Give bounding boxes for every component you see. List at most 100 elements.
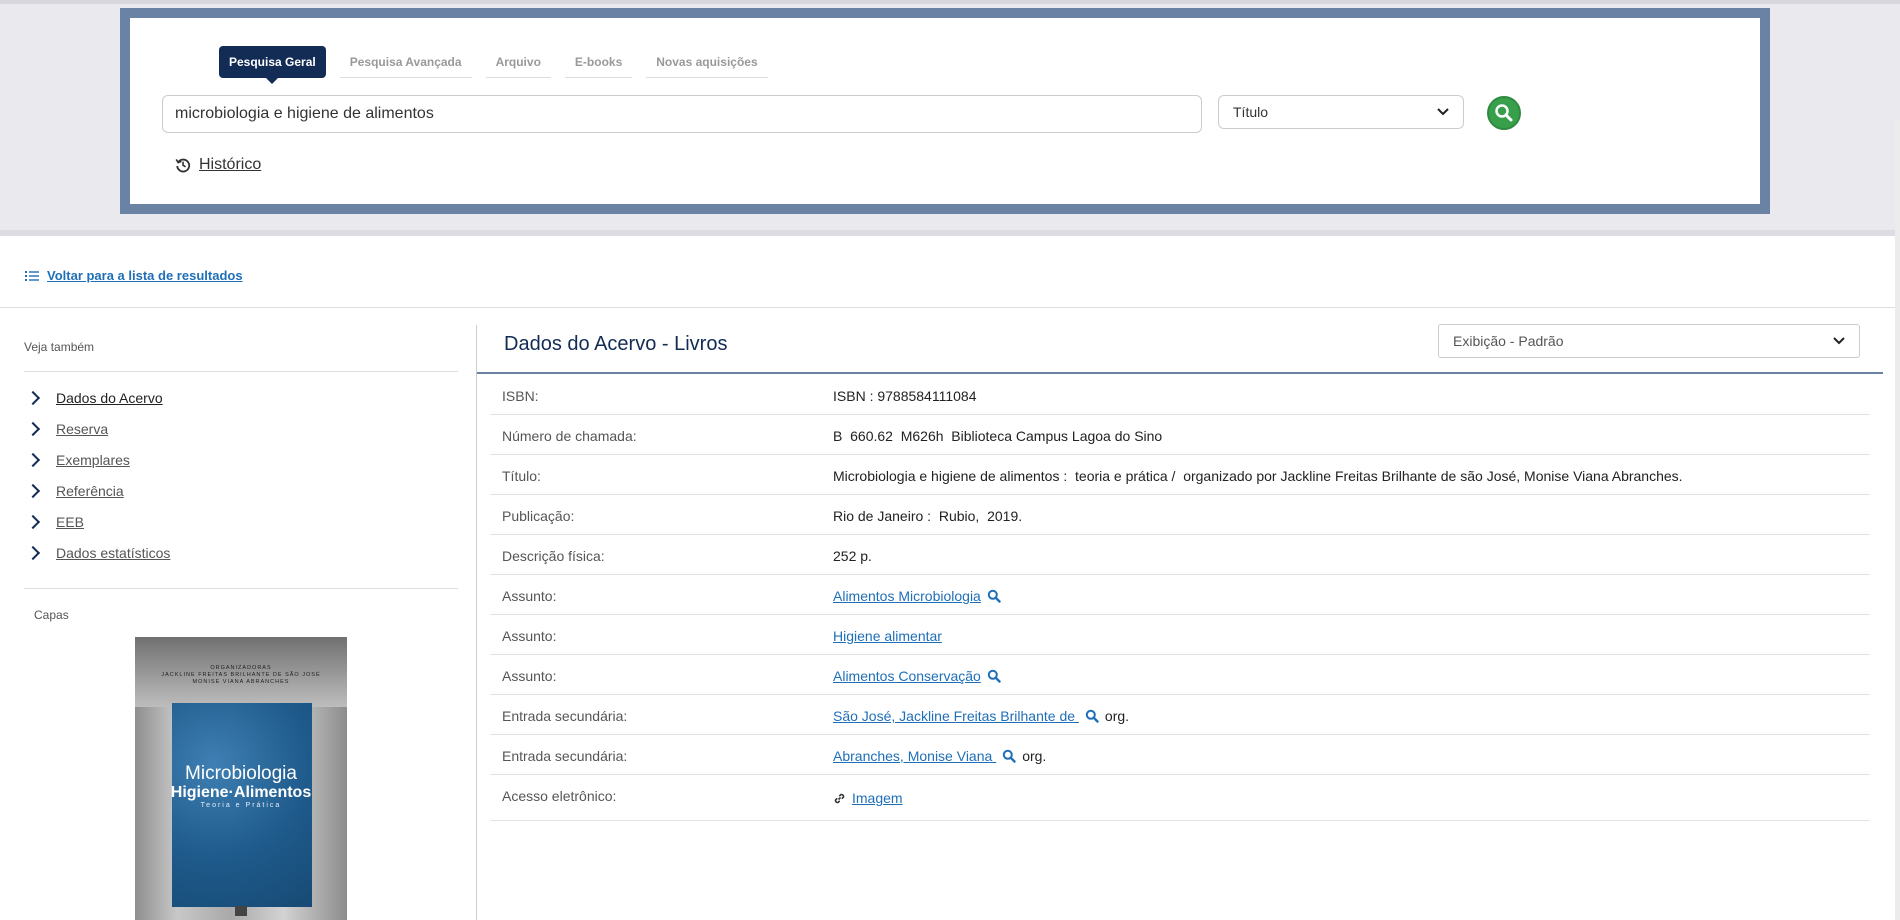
link-icon [834,793,845,803]
cover-title: Microbiologia [185,763,297,784]
search-input[interactable] [162,95,1202,133]
search-field-select-value: Título [1233,104,1269,120]
sidebar-item-exemplares[interactable]: Exemplares [24,444,458,475]
subject-link[interactable]: Alimentos Conservação [833,668,981,684]
covers-heading: Capas [34,608,69,622]
book-cover[interactable]: ORGANIZADORAS JACKLINE FREITAS BRILHANTE… [135,637,347,920]
field-value: ISBN : 9788584111084 [833,388,977,404]
subject-link[interactable]: Higiene alimentar [833,628,942,644]
field-row-title: Título: Microbiologia e higiene de alime… [490,455,1870,495]
sidebar-item-label: EEB [56,513,85,530]
cover-tagline: Teoria e Prática [200,802,282,809]
field-label: Título: [502,468,541,484]
divider [0,307,1900,308]
sidebar-item-reserva[interactable]: Reserva [24,413,458,444]
chevron-right-icon [25,483,41,498]
field-row-isbn: ISBN: ISBN : 9788584111084 [490,375,1870,415]
search-panel-inner: Pesquisa Geral Pesquisa Avançada Arquivo… [130,18,1760,204]
publisher-logo-icon [235,906,247,916]
history-icon [175,158,191,173]
field-value: 252 p. [833,548,872,564]
field-label: Entrada secundária: [502,748,628,764]
field-label: Assunto: [502,588,557,604]
search-icon[interactable] [987,669,1001,683]
sidebar-item-label: Dados do Acervo [56,389,163,406]
sidebar: Veja também Dados do Acervo Reserva Exem… [24,325,458,622]
sidebar-item-label: Referência [56,482,124,499]
tab-novas-aquisicoes[interactable]: Novas aquisições [646,46,768,78]
tab-arquivo[interactable]: Arquivo [485,46,551,78]
page-title: Dados do Acervo - Livros [504,333,728,355]
sidebar-item-dados-do-acervo[interactable]: Dados do Acervo [24,382,458,413]
field-label: Publicação: [502,508,575,524]
sidebar-divider [24,588,458,589]
sidebar-item-referencia[interactable]: Referência [24,475,458,506]
field-row-secondary-entry: Entrada secundária: Abranches, Monise Vi… [490,735,1870,775]
field-row-subject: Assunto: Alimentos Microbiologia [490,575,1870,615]
cover-credits: ORGANIZADORAS JACKLINE FREITAS BRILHANTE… [135,665,347,686]
tab-pesquisa-geral[interactable]: Pesquisa Geral [219,46,326,84]
chevron-right-icon [25,390,41,405]
history-label: Histórico [199,156,262,173]
field-row-electronic-access: Acesso eletrônico: Imagem [490,775,1870,821]
tab-e-books[interactable]: E-books [564,46,633,78]
subject-link[interactable]: Alimentos Microbiologia [833,588,981,604]
chevron-down-icon [1437,108,1449,116]
title-underline [477,372,1883,374]
field-row-subject: Assunto: Higiene alimentar [490,615,1870,655]
field-value: B 660.62 M626h Biblioteca Campus Lagoa d… [833,428,1163,444]
field-label: Assunto: [502,668,557,684]
search-icon[interactable] [987,589,1001,603]
search-button[interactable] [1487,96,1521,130]
field-label: Entrada secundária: [502,708,628,724]
cover-credits-line: MONISE VIANA ABRANCHES [192,679,290,685]
search-tabs: Pesquisa Geral Pesquisa Avançada Arquivo… [219,46,782,84]
list-icon [25,270,39,281]
sidebar-item-label: Reserva [56,420,109,437]
sidebar-list: Dados do Acervo Reserva Exemplares Refer… [24,382,458,568]
field-row-subject: Assunto: Alimentos Conservação [490,655,1870,695]
field-label: Número de chamada: [502,428,637,444]
sidebar-item-label: Exemplares [56,451,130,468]
cover-credits-line: ORGANIZADORAS [210,665,272,671]
sidebar-item-dados-estatisticos[interactable]: Dados estatísticos [24,537,458,568]
tab-pesquisa-avancada[interactable]: Pesquisa Avançada [339,46,472,78]
field-row-secondary-entry: Entrada secundária: São José, Jackline F… [490,695,1870,735]
field-label: ISBN: [502,388,539,404]
search-field-select[interactable]: Título [1218,95,1464,129]
cover-credits-line: JACKLINE FREITAS BRILHANTE DE SÃO JOSÉ [161,672,321,678]
field-row-publication: Publicação: Rio de Janeiro : Rubio, 2019… [490,495,1870,535]
sidebar-item-label: Dados estatísticos [56,544,171,561]
field-label: Acesso eletrônico: [502,788,617,804]
search-icon[interactable] [1085,709,1099,723]
author-link[interactable]: Abranches, Monise Viana [833,748,996,764]
search-icon [1495,104,1513,122]
field-row-call-number: Número de chamada: B 660.62 M626h Biblio… [490,415,1870,455]
scrollbar[interactable] [1895,120,1900,920]
chevron-down-icon [1833,337,1845,345]
role-label: org. [1022,748,1047,764]
view-mode-select-value: Exibição - Padrão [1453,333,1564,349]
field-value: Rio de Janeiro : Rubio, 2019. [833,508,1023,524]
sidebar-heading: Veja também [24,340,458,372]
field-row-physical-description: Descrição física: 252 p. [490,535,1870,575]
author-link[interactable]: São José, Jackline Freitas Brilhante de [833,708,1079,724]
cover-subtitle: Higiene·Alimentos [170,784,312,801]
sidebar-item-eeb[interactable]: EEB [24,506,458,537]
back-to-results-label: Voltar para a lista de resultados [47,268,243,283]
chevron-right-icon [25,421,41,436]
column-divider [476,325,477,920]
role-label: org. [1104,708,1130,724]
electronic-access-link[interactable]: Imagem [852,790,903,806]
record-fields: ISBN: ISBN : 9788584111084 Número de cha… [490,375,1870,821]
search-panel: Pesquisa Geral Pesquisa Avançada Arquivo… [120,8,1770,214]
back-to-results-link[interactable]: Voltar para a lista de resultados [25,268,243,283]
search-icon[interactable] [1002,749,1016,763]
field-label: Assunto: [502,628,557,644]
history-link[interactable]: Histórico [175,156,261,174]
field-label: Descrição física: [502,548,605,564]
chevron-right-icon [25,545,41,560]
view-mode-select[interactable]: Exibição - Padrão [1438,324,1860,358]
field-value: Microbiologia e higiene de alimentos : t… [833,468,1683,484]
chevron-right-icon [25,514,41,529]
